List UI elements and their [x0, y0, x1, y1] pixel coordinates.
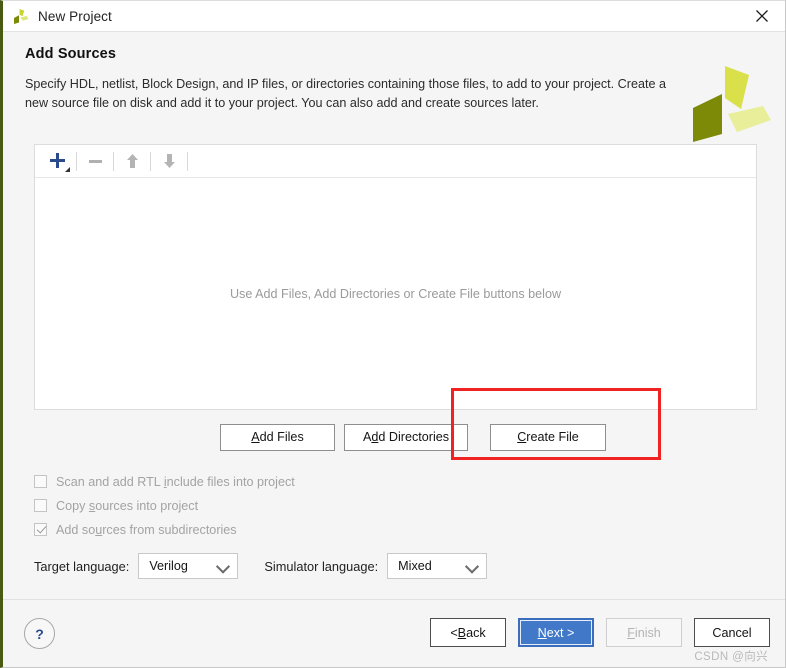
toolbar-divider	[150, 151, 151, 171]
add-directories-button[interactable]: Add Directories	[344, 423, 468, 451]
add-source-button[interactable]	[43, 148, 73, 174]
move-down-button[interactable]	[154, 148, 184, 174]
add-sources-subdirectories-checkbox[interactable]: Add sources from subdirectories	[34, 518, 785, 541]
arrow-up-icon	[126, 154, 138, 168]
page-title: Add Sources	[25, 46, 117, 62]
add-dirs-mnemonic: d	[371, 430, 379, 444]
sources-panel: Use Add Files, Add Directories or Create…	[34, 144, 757, 410]
finish-button: Finish	[606, 618, 682, 647]
toolbar-divider	[76, 151, 77, 171]
next-button[interactable]: Next >	[518, 618, 594, 647]
dialog-header: Add Sources Specify HDL, netlist, Block …	[3, 32, 785, 142]
chevron-down-icon	[465, 559, 480, 574]
target-language-select[interactable]: Verilog	[138, 553, 239, 579]
cancel-button[interactable]: Cancel	[694, 618, 770, 647]
chevron-down-icon	[65, 167, 70, 172]
add-files-suffix: dd Files	[259, 430, 304, 444]
target-language-label: Target language:	[34, 558, 130, 574]
create-file-button[interactable]: Create File	[490, 423, 606, 451]
toolbar-divider	[187, 151, 188, 171]
target-language-value: Verilog	[149, 559, 188, 573]
source-options: Scan and add RTL include files into proj…	[34, 470, 785, 541]
scan-rtl-include-label: Scan and add RTL include files into proj…	[56, 474, 295, 489]
language-row: Target language: Verilog Simulator langu…	[34, 553, 785, 579]
help-button[interactable]: ?	[24, 618, 55, 649]
simulator-language-value: Mixed	[398, 559, 432, 573]
simulator-language-select[interactable]: Mixed	[387, 553, 488, 579]
checkbox-box	[34, 499, 47, 512]
add-dirs-prefix: A	[362, 430, 372, 444]
minus-icon	[88, 159, 102, 163]
move-up-button[interactable]	[117, 148, 147, 174]
add-dirs-suffix: d Directories	[378, 430, 450, 444]
copy-sources-checkbox[interactable]: Copy sources into project	[34, 494, 785, 517]
watermark: CSDN @向兴	[694, 651, 768, 663]
sources-list-empty-area[interactable]: Use Add Files, Add Directories or Create…	[35, 178, 756, 409]
source-actions-row: Add Files Add Directories Create File	[34, 388, 763, 460]
checkbox-box	[34, 475, 47, 488]
title-bar: New Project	[3, 1, 785, 32]
page-description: Specify HDL, netlist, Block Design, and …	[25, 77, 666, 110]
dialog-footer: ? < Back Next > Finish Cancel CSDN @向兴	[3, 600, 785, 667]
window-title: New Project	[38, 8, 112, 24]
wizard-buttons: < Back Next > Finish Cancel	[418, 618, 770, 647]
sources-panel-wrap: Use Add Files, Add Directories or Create…	[34, 144, 763, 410]
chevron-down-icon	[216, 559, 231, 574]
new-project-dialog: New Project Add Sources Specify HDL, net…	[0, 0, 786, 668]
add-sources-subdirectories-label: Add sources from subdirectories	[56, 522, 237, 537]
arrow-down-icon	[163, 154, 175, 168]
create-file-mnemonic: C	[517, 430, 527, 444]
scan-rtl-include-checkbox[interactable]: Scan and add RTL include files into proj…	[34, 470, 785, 493]
back-button[interactable]: < Back	[430, 618, 506, 647]
create-file-suffix: reate File	[526, 430, 579, 444]
sources-toolbar	[35, 145, 756, 178]
copy-sources-label: Copy sources into project	[56, 498, 199, 513]
checkbox-box-checked	[34, 523, 47, 536]
remove-source-button[interactable]	[80, 148, 110, 174]
empty-state-hint: Use Add Files, Add Directories or Create…	[229, 286, 562, 301]
xilinx-logo-icon	[12, 7, 30, 25]
add-files-mnemonic: A	[251, 430, 260, 444]
xilinx-logo	[685, 64, 771, 142]
add-files-button[interactable]: Add Files	[220, 423, 335, 451]
close-icon[interactable]	[739, 1, 785, 31]
simulator-language-label: Simulator language:	[264, 558, 379, 574]
toolbar-divider	[113, 151, 114, 171]
